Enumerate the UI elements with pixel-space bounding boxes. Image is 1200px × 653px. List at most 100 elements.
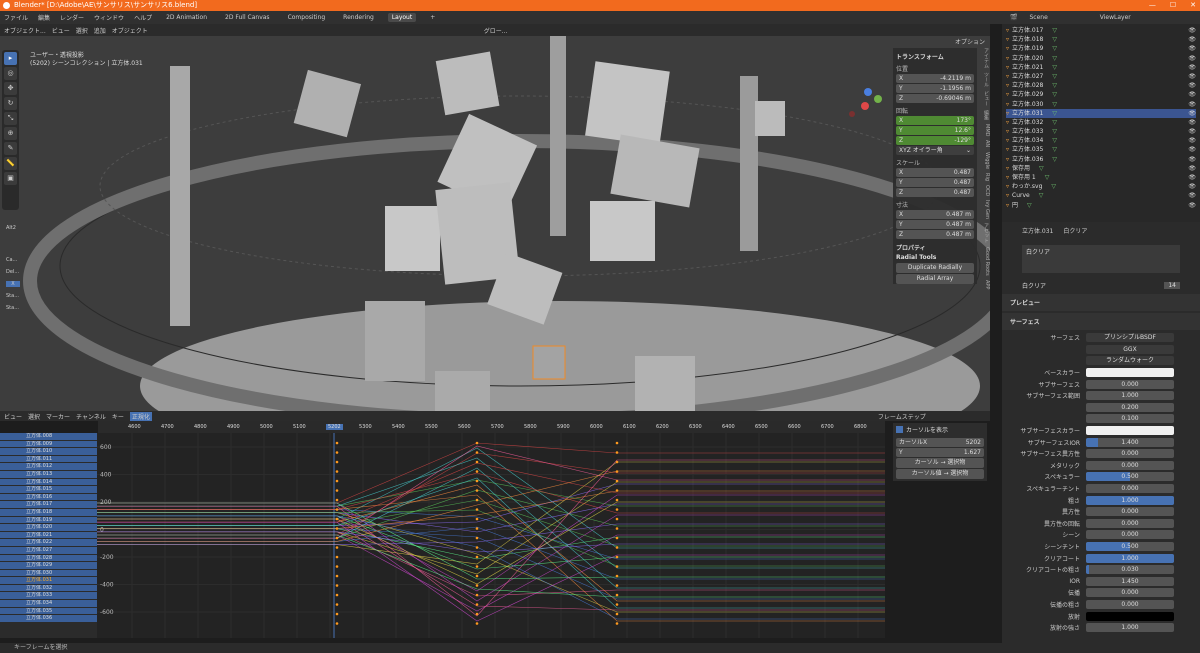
- cursor-value-to-selected-button[interactable]: カーソル値 → 選択物: [896, 469, 984, 479]
- channel-row[interactable]: 立方体.015: [0, 486, 97, 494]
- tab-good-roots[interactable]: Good Roots: [979, 247, 990, 276]
- keyframe-point[interactable]: [615, 451, 619, 454]
- outliner-row[interactable]: ▿ 立方体.030 ▽ 👁: [1006, 100, 1196, 109]
- menu-select[interactable]: 選択: [76, 26, 88, 35]
- channel-row[interactable]: 立方体.017: [0, 501, 97, 509]
- property-field[interactable]: 1.450: [1086, 576, 1174, 586]
- channel-row[interactable]: 立方体.032: [0, 584, 97, 593]
- viewlayer-name[interactable]: ViewLayer: [1100, 14, 1131, 21]
- keyframe-point[interactable]: [615, 546, 619, 549]
- keyframe-point[interactable]: [335, 527, 339, 530]
- minimize-icon[interactable]: —: [1149, 0, 1156, 11]
- channel-row[interactable]: 立方体.020: [0, 524, 97, 532]
- visibility-icon[interactable]: 👁: [1188, 127, 1196, 136]
- visibility-icon[interactable]: 👁: [1188, 191, 1196, 200]
- outliner-row[interactable]: ▿ 立方体.035 ▽ 👁: [1006, 145, 1196, 154]
- keyframe-point[interactable]: [615, 612, 619, 616]
- keyframe-point[interactable]: [615, 603, 619, 606]
- graph-menu-key[interactable]: キー: [112, 412, 124, 421]
- channel-row[interactable]: 立方体.035: [0, 607, 97, 616]
- keyframe-point[interactable]: [475, 603, 479, 606]
- menu-view[interactable]: ビュー: [52, 26, 70, 35]
- outliner-row[interactable]: ▿ 保存用 ▽ 👁: [1006, 164, 1196, 173]
- rot-x-field[interactable]: X 173°: [896, 116, 974, 125]
- keyframe-point[interactable]: [335, 565, 339, 568]
- channel-row[interactable]: 立方体.034: [0, 600, 97, 608]
- normalize-toggle[interactable]: 正規化: [129, 411, 152, 421]
- property-field[interactable]: 0.000: [1086, 484, 1174, 494]
- keyframe-point[interactable]: [615, 460, 619, 464]
- visibility-icon[interactable]: 👁: [1188, 44, 1196, 53]
- outliner-row[interactable]: ▿ 立方体.027 ▽ 👁: [1006, 72, 1196, 81]
- fcurve[interactable]: [97, 452, 885, 536]
- visibility-icon[interactable]: 👁: [1188, 90, 1196, 99]
- keyframe-point[interactable]: [335, 460, 339, 464]
- channel-row[interactable]: 立方体.008: [0, 433, 97, 441]
- keyframe-point[interactable]: [475, 451, 479, 454]
- channel-row[interactable]: 立方体.011: [0, 455, 97, 464]
- visibility-icon[interactable]: 👁: [1188, 72, 1196, 81]
- keyframe-point[interactable]: [335, 536, 339, 540]
- tab-edit[interactable]: 編集: [979, 110, 990, 120]
- move-icon[interactable]: ✥: [4, 82, 17, 95]
- keyframe-point[interactable]: [615, 489, 619, 492]
- menu-edit[interactable]: 編集: [38, 13, 50, 22]
- visibility-icon[interactable]: 👁: [1188, 100, 1196, 109]
- fcurve[interactable]: [97, 502, 885, 602]
- graph-menu-marker[interactable]: マーカー: [46, 412, 70, 421]
- viewport-3d[interactable]: ユーザー・透視投影 (5202) シーンコレクション | 立方体.031 オプシ…: [0, 36, 990, 411]
- menu-window[interactable]: ウィンドウ: [94, 13, 124, 22]
- property-field[interactable]: 0.000: [1086, 599, 1174, 609]
- cursor-icon[interactable]: ◎: [4, 67, 17, 80]
- tab-view[interactable]: ビュー: [979, 91, 990, 106]
- radial-tools-section[interactable]: Radial Tools: [896, 254, 974, 261]
- tab-rendering[interactable]: Rendering: [339, 13, 378, 22]
- fcurve-graph[interactable]: 600 400 200 0 -200 -400 -600: [97, 433, 885, 638]
- show-cursor-checkbox[interactable]: [896, 426, 903, 433]
- visibility-icon[interactable]: 👁: [1188, 54, 1196, 63]
- material-slot-list[interactable]: 白クリア: [1022, 245, 1180, 273]
- channel-row[interactable]: 立方体.009: [0, 440, 97, 449]
- visibility-icon[interactable]: 👁: [1188, 118, 1196, 127]
- keyframe-point[interactable]: [335, 593, 339, 597]
- visibility-icon[interactable]: 👁: [1188, 136, 1196, 145]
- keyframe-point[interactable]: [475, 555, 479, 559]
- outliner-row[interactable]: ▿ 立方体.036 ▽ 👁: [1006, 155, 1196, 164]
- keyframe-point[interactable]: [475, 441, 479, 445]
- visibility-icon[interactable]: 👁: [1188, 201, 1196, 210]
- tab-app[interactable]: APP: [979, 280, 990, 289]
- scene-name[interactable]: Scene: [1029, 14, 1047, 21]
- scale-y-field[interactable]: Y 0.487: [896, 178, 974, 187]
- channel-row[interactable]: 立方体.036: [0, 615, 97, 623]
- keyframe-point[interactable]: [335, 451, 339, 454]
- outliner-row[interactable]: ▿ 立方体.017 ▽ 👁: [1006, 26, 1196, 35]
- outliner-row[interactable]: ▿ 立方体.019 ▽ 👁: [1006, 44, 1196, 53]
- keyframe-point[interactable]: [615, 470, 619, 473]
- property-field[interactable]: 0.000: [1086, 588, 1174, 598]
- rotation-mode-select[interactable]: XYZ オイラー角 ⌄: [896, 146, 974, 155]
- keyframe-point[interactable]: [335, 441, 339, 445]
- channel-row[interactable]: 立方体.014: [0, 478, 97, 487]
- radial-array-button[interactable]: Radial Array: [896, 274, 974, 284]
- channel-row[interactable]: 立方体.031: [0, 577, 97, 585]
- keyframe-point[interactable]: [475, 479, 479, 483]
- keyframe-point[interactable]: [335, 622, 339, 625]
- dim-x-field[interactable]: X 0.487 m: [896, 210, 974, 219]
- property-field[interactable]: 0.000: [1086, 379, 1174, 389]
- channel-row[interactable]: 立方体.018: [0, 508, 97, 517]
- keyframe-point[interactable]: [335, 574, 339, 578]
- subsurface-method-select[interactable]: ランダムウォーク: [1086, 356, 1174, 366]
- tab-wiggle[interactable]: Wiggle: [979, 152, 990, 169]
- visibility-icon[interactable]: 👁: [1188, 35, 1196, 44]
- visibility-icon[interactable]: 👁: [1188, 173, 1196, 182]
- scale-z-field[interactable]: Z 0.487: [896, 188, 974, 197]
- channel-row[interactable]: 立方体.029: [0, 562, 97, 570]
- tab-layout[interactable]: Layout: [387, 13, 417, 22]
- keyframe-point[interactable]: [475, 612, 479, 616]
- channel-row[interactable]: 立方体.010: [0, 448, 97, 456]
- rot-y-field[interactable]: Y 12.6°: [896, 126, 974, 135]
- outliner-row[interactable]: ▿ 立方体.031 ▽ 👁: [1006, 108, 1196, 118]
- keyframe-point[interactable]: [615, 517, 619, 521]
- loc-y-field[interactable]: Y -1.1956 m: [896, 84, 974, 93]
- outliner-row[interactable]: ▿ 立方体.020 ▽ 👁: [1006, 54, 1196, 63]
